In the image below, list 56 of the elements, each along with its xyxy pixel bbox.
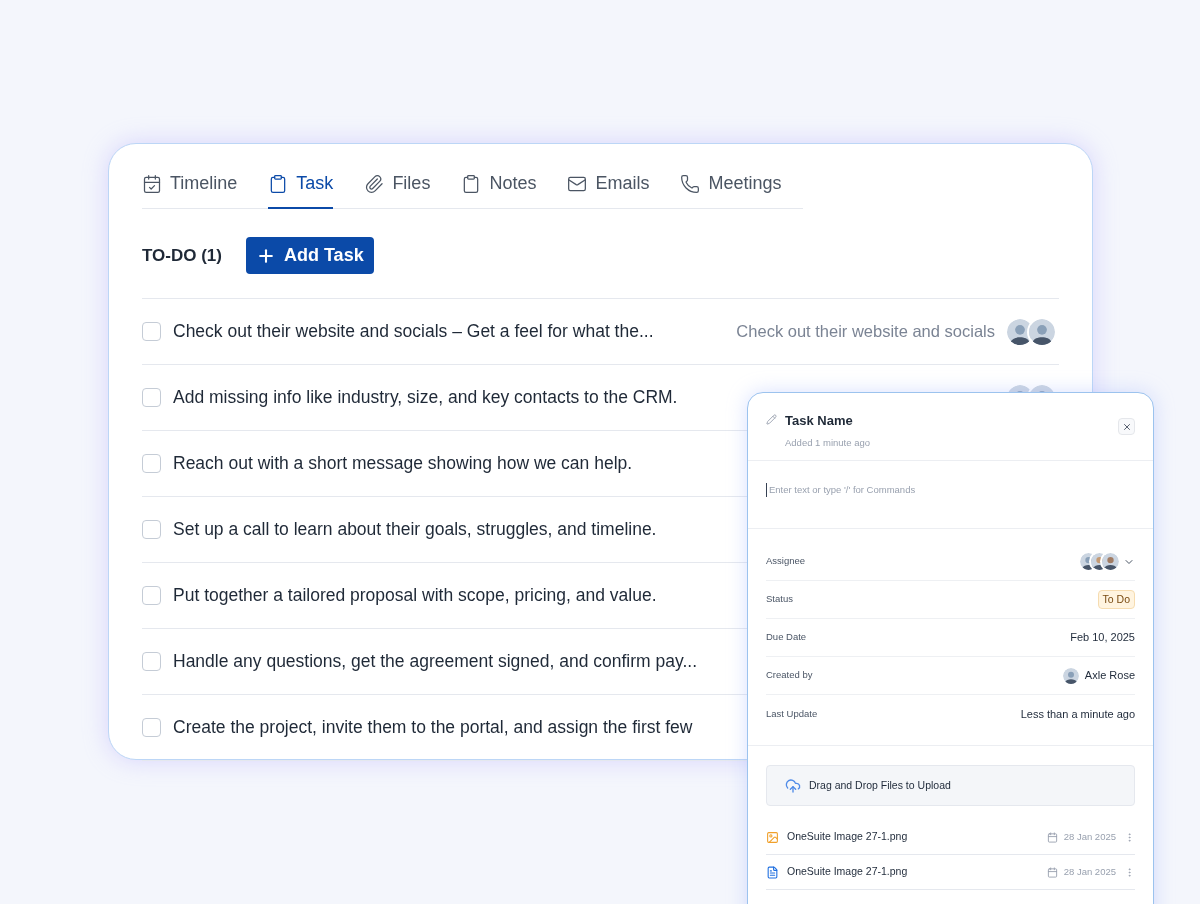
image-file-icon [766, 830, 779, 844]
pencil-icon[interactable] [766, 414, 777, 425]
task-text: Put together a tailored proposal with scope, pricing, and value. [173, 584, 657, 608]
checkbox[interactable] [142, 520, 161, 539]
checkbox[interactable] [142, 718, 161, 737]
calendar-icon [1046, 831, 1058, 843]
tab[interactable]: Files [364, 170, 431, 209]
checkbox[interactable] [142, 454, 161, 473]
tab[interactable]: Task [268, 170, 334, 209]
paperclip-icon [364, 173, 385, 194]
status-badge: To Do [1097, 589, 1135, 610]
task-text: Reach out with a short message showing how we can help. [173, 452, 633, 476]
property-label: Created by [766, 668, 813, 683]
property-value: Feb 10, 2025 [1070, 630, 1135, 646]
upload-label: Drag and Drop Files to Upload [809, 777, 951, 793]
checkbox[interactable] [142, 586, 161, 605]
checkbox[interactable] [142, 652, 161, 671]
cloud-upload-icon [785, 777, 801, 794]
avatar-icon [1029, 318, 1055, 345]
calendar-check-icon [142, 173, 162, 194]
file-name[interactable]: OneSuite Image 27-1.png [787, 864, 908, 880]
panel-subtitle: Added 1 minute ago [785, 435, 871, 450]
property-value: Less than a minute ago [1020, 706, 1135, 722]
avatar-icon [1007, 318, 1033, 345]
task-text: Add missing info like industry, size, and key contacts to the CRM. [173, 386, 678, 410]
panel-title: Task Name [785, 412, 854, 430]
calendar-icon [1046, 866, 1058, 878]
task-text: Check out their website and socials – Get a feel for what the... [173, 320, 654, 344]
property-label: Last Update [766, 706, 818, 721]
close-button[interactable] [1118, 418, 1135, 435]
task-note: Check out their website and socials [736, 321, 995, 343]
file-name[interactable]: OneSuite Image 27-1.png [787, 829, 908, 845]
add-task-button[interactable]: Add Task [245, 237, 374, 274]
property-label: Due Date [766, 630, 807, 645]
avatar-icon [1102, 553, 1119, 570]
property-label: Status [766, 592, 793, 607]
tab[interactable]: Emails [567, 170, 650, 209]
section-title: TO-DO (1) [142, 244, 222, 267]
task-text: Handle any questions, get the agreement signed, and confirm pay... [173, 650, 698, 674]
task-text: Create the project, invite them to the portal, and assign the first few [173, 716, 693, 740]
avatar-icon [1062, 667, 1079, 684]
tab[interactable]: Timeline [142, 170, 238, 209]
tab[interactable]: Meetings [680, 170, 782, 209]
upload-dropzone[interactable]: Drag and Drop Files to Upload [766, 765, 1135, 806]
tab[interactable]: Notes [461, 170, 537, 209]
file-date: 28 Jan 2025 [1063, 864, 1116, 879]
close-icon [1121, 421, 1132, 432]
checkbox[interactable] [142, 322, 161, 341]
document-file-icon [766, 865, 779, 879]
description-field[interactable]: Enter text or type '/' for Commands [766, 483, 1135, 498]
task-text: Set up a call to learn about their goals, struggles, and timeline. [173, 518, 657, 542]
checkbox[interactable] [142, 388, 161, 407]
file-date: 28 Jan 2025 [1063, 829, 1116, 844]
property-label: Assignee [766, 554, 806, 569]
phone-icon [680, 173, 701, 194]
person-name: Axle Rose [1084, 668, 1135, 684]
